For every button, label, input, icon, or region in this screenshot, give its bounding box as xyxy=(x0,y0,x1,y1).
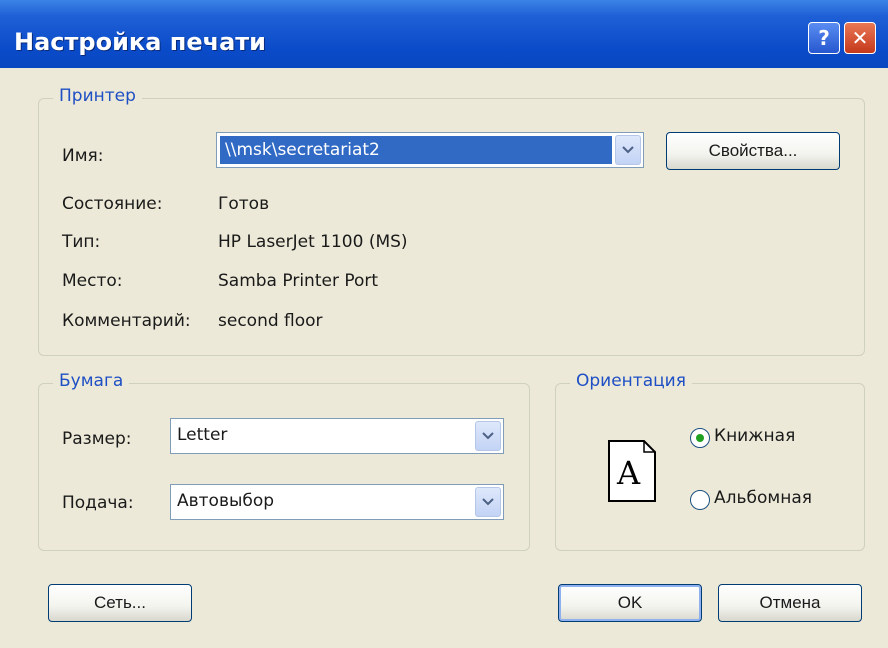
landscape-label: Альбомная xyxy=(714,488,812,508)
paper-size-select[interactable]: Letter xyxy=(170,418,504,454)
portrait-label: Книжная xyxy=(714,426,796,446)
page-orientation-icon: A xyxy=(608,440,656,502)
paper-source-label: Подача: xyxy=(62,493,134,513)
close-button[interactable]: ✕ xyxy=(844,22,876,54)
paper-group-label: Бумага xyxy=(53,371,130,391)
paper-source-dropdown-button[interactable] xyxy=(475,487,501,517)
print-setup-dialog: Настройка печати ? ✕ Принтер Имя: \\msk\… xyxy=(0,0,888,648)
page-preview-letter: A xyxy=(617,454,641,492)
dialog-body: Принтер Имя: \\msk\secretariat2 Свойства… xyxy=(0,68,888,648)
paper-source-select[interactable]: Автовыбор xyxy=(170,484,504,520)
orientation-group: Ориентация xyxy=(555,371,865,551)
paper-size-label: Размер: xyxy=(62,429,132,449)
printer-name-dropdown-button[interactable] xyxy=(615,135,641,165)
help-icon: ? xyxy=(818,26,830,50)
printer-group-label: Принтер xyxy=(53,86,142,106)
network-button[interactable]: Сеть... xyxy=(48,584,192,622)
type-value: HP LaserJet 1100 (MS) xyxy=(218,232,408,252)
portrait-radio[interactable] xyxy=(690,428,710,448)
paper-size-dropdown-button[interactable] xyxy=(475,421,501,451)
paper-size-value: Letter xyxy=(177,425,228,445)
close-icon: ✕ xyxy=(851,26,869,50)
cancel-button[interactable]: Отмена xyxy=(718,584,862,622)
window-title: Настройка печати xyxy=(14,28,266,56)
printer-name-value: \\msk\secretariat2 xyxy=(225,140,380,160)
chevron-down-icon xyxy=(622,146,634,154)
printer-name-select[interactable]: \\msk\secretariat2 xyxy=(216,132,644,168)
chevron-down-icon xyxy=(482,498,494,506)
orientation-group-label: Ориентация xyxy=(570,371,692,391)
landscape-radio[interactable] xyxy=(690,490,710,510)
chevron-down-icon xyxy=(482,432,494,440)
comment-value: second floor xyxy=(218,311,323,331)
landscape-option[interactable]: Альбомная xyxy=(688,488,858,512)
help-button[interactable]: ? xyxy=(808,22,840,54)
where-value: Samba Printer Port xyxy=(218,271,379,291)
printer-name-label: Имя: xyxy=(62,146,104,166)
comment-label: Комментарий: xyxy=(62,311,191,331)
status-value: Готов xyxy=(218,194,270,214)
where-label: Место: xyxy=(62,271,123,291)
status-label: Состояние: xyxy=(62,194,163,214)
paper-source-value: Автовыбор xyxy=(177,491,275,511)
type-label: Тип: xyxy=(62,232,101,252)
portrait-option[interactable]: Книжная xyxy=(688,426,848,450)
properties-button[interactable]: Свойства... xyxy=(666,132,840,170)
ok-button[interactable]: OK xyxy=(558,584,702,622)
paper-group: Бумага xyxy=(38,371,530,551)
